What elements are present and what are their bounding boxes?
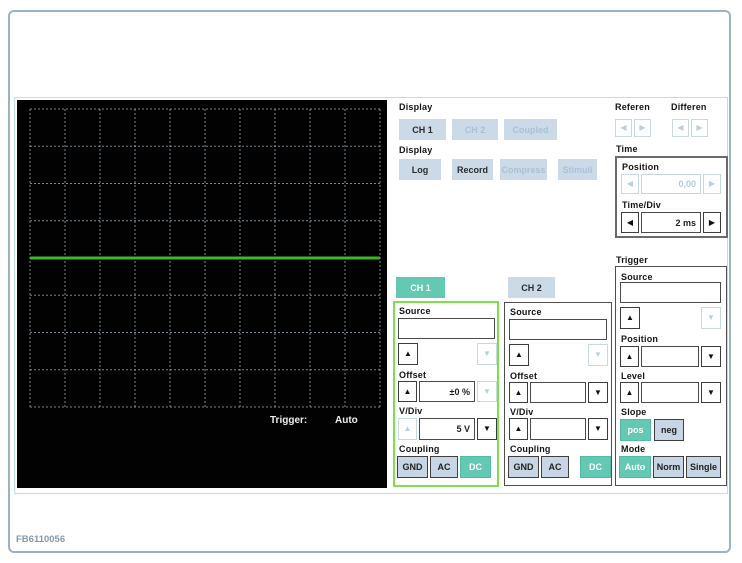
time-position-field: 0,00 [641,174,701,194]
ch2-offset-field[interactable] [530,382,586,403]
display-ch2-button: CH 2 [452,119,498,140]
ch2-offset-up-arrow-button[interactable]: ▲ [509,382,528,403]
reference-left-arrow-icon: ◀ [615,119,632,137]
scope-canvas: Trigger: Auto [29,108,381,426]
trigger-source-label: Source [621,272,653,282]
reference-label: Referen [615,102,650,112]
ch2-vdiv-down-arrow-button[interactable]: ▼ [588,418,608,440]
slope-neg-button[interactable]: neg [654,419,684,441]
ch1-vdiv-label: V/Div [399,406,423,416]
timediv-left-arrow-button[interactable]: ◀ [621,212,639,233]
difference-left-arrow-icon: ◀ [672,119,689,137]
log-button[interactable]: Log [399,159,441,180]
time-position-label: Position [622,162,660,172]
time-position-left-arrow-icon: ◀ [621,174,639,194]
mode-norm-button[interactable]: Norm [653,456,684,478]
stimuli-button: Stimuli [558,159,597,180]
ch1-offset-up-arrow-button[interactable]: ▲ [398,381,417,402]
trigger-source-field[interactable] [620,282,721,303]
ch1-source-down-arrow-icon: ▼ [477,343,497,365]
ch2-vdiv-label: V/Div [510,407,534,417]
slope-pos-button[interactable]: pos [620,419,651,441]
ch1-coupling-label: Coupling [399,444,440,454]
display-modes-label: Display [399,145,433,155]
record-button[interactable]: Record [452,159,493,180]
ch1-offset-down-arrow-icon: ▼ [477,381,497,402]
ch1-source-label: Source [399,306,431,316]
trigger-level-field[interactable] [641,382,699,403]
footer-id: FB6110056 [16,534,66,545]
display-channels-label: Display [399,102,433,112]
compress-button: Compress [500,159,547,180]
time-position-right-arrow-icon: ▶ [703,174,721,194]
ch2-coupling-ac-button[interactable]: AC [541,456,569,478]
scope-trigger-mode: Auto [335,415,358,426]
trigger-position-down-arrow-button[interactable]: ▼ [701,346,721,367]
ch2-button[interactable]: CH 2 [508,277,555,298]
ch1-offset-label: Offset [399,370,427,380]
ch1-coupling-dc-button[interactable]: DC [460,456,491,478]
reference-right-arrow-icon: ▶ [634,119,651,137]
timediv-field[interactable]: 2 ms [641,212,701,233]
difference-label: Differen [671,102,707,112]
trigger-level-down-arrow-button[interactable]: ▼ [701,382,721,403]
difference-right-arrow-icon: ▶ [691,119,708,137]
trigger-mode-label: Mode [621,444,646,454]
ch1-vdiv-down-arrow-button[interactable]: ▼ [477,418,497,440]
ch1-coupling-ac-button[interactable]: AC [430,456,458,478]
ch2-coupling-gnd-button[interactable]: GND [508,456,539,478]
trigger-position-label: Position [621,334,659,344]
ch1-coupling-gnd-button[interactable]: GND [397,456,428,478]
ch1-source-up-arrow-button[interactable]: ▲ [398,343,418,365]
scope-display: Trigger: Auto [17,100,387,488]
trigger-level-label: Level [621,371,646,381]
mode-auto-button[interactable]: Auto [619,456,651,478]
timediv-right-arrow-button[interactable]: ▶ [703,212,721,233]
ch2-offset-label: Offset [510,371,538,381]
ch2-offset-down-arrow-button[interactable]: ▼ [588,382,608,403]
ch2-coupling-dc-button[interactable]: DC [580,456,611,478]
ch1-source-field[interactable] [398,318,495,339]
ch2-vdiv-field[interactable] [530,418,586,440]
trigger-source-up-arrow-button[interactable]: ▲ [620,307,640,329]
display-coupled-button: Coupled [504,119,557,140]
ch2-vdiv-up-arrow-button[interactable]: ▲ [509,418,528,440]
ch1-offset-field[interactable]: ±0 % [419,381,475,402]
trigger-source-down-arrow-icon: ▼ [701,307,721,329]
ch1-button[interactable]: CH 1 [396,277,445,298]
ch2-source-label: Source [510,307,542,317]
trigger-position-up-arrow-button[interactable]: ▲ [620,346,639,367]
ch2-coupling-label: Coupling [510,444,551,454]
scope-trigger-label: Trigger: [270,415,307,426]
ch1-vdiv-field[interactable]: 5 V [419,418,475,440]
app-window: Trigger: Auto Display CH 1 CH 2 Coupled … [0,0,742,563]
timediv-label: Time/Div [622,200,661,210]
trigger-level-up-arrow-button[interactable]: ▲ [620,382,639,403]
trigger-label: Trigger [616,255,648,265]
trigger-slope-label: Slope [621,407,647,417]
ch1-vdiv-up-arrow-icon: ▲ [398,418,417,440]
trigger-position-field[interactable] [641,346,699,367]
ch2-source-field[interactable] [509,319,607,340]
ch2-source-down-arrow-icon: ▼ [588,344,608,366]
display-ch1-button[interactable]: CH 1 [399,119,446,140]
mode-single-button[interactable]: Single [686,456,721,478]
ch2-source-up-arrow-button[interactable]: ▲ [509,344,529,366]
time-label: Time [616,144,638,154]
